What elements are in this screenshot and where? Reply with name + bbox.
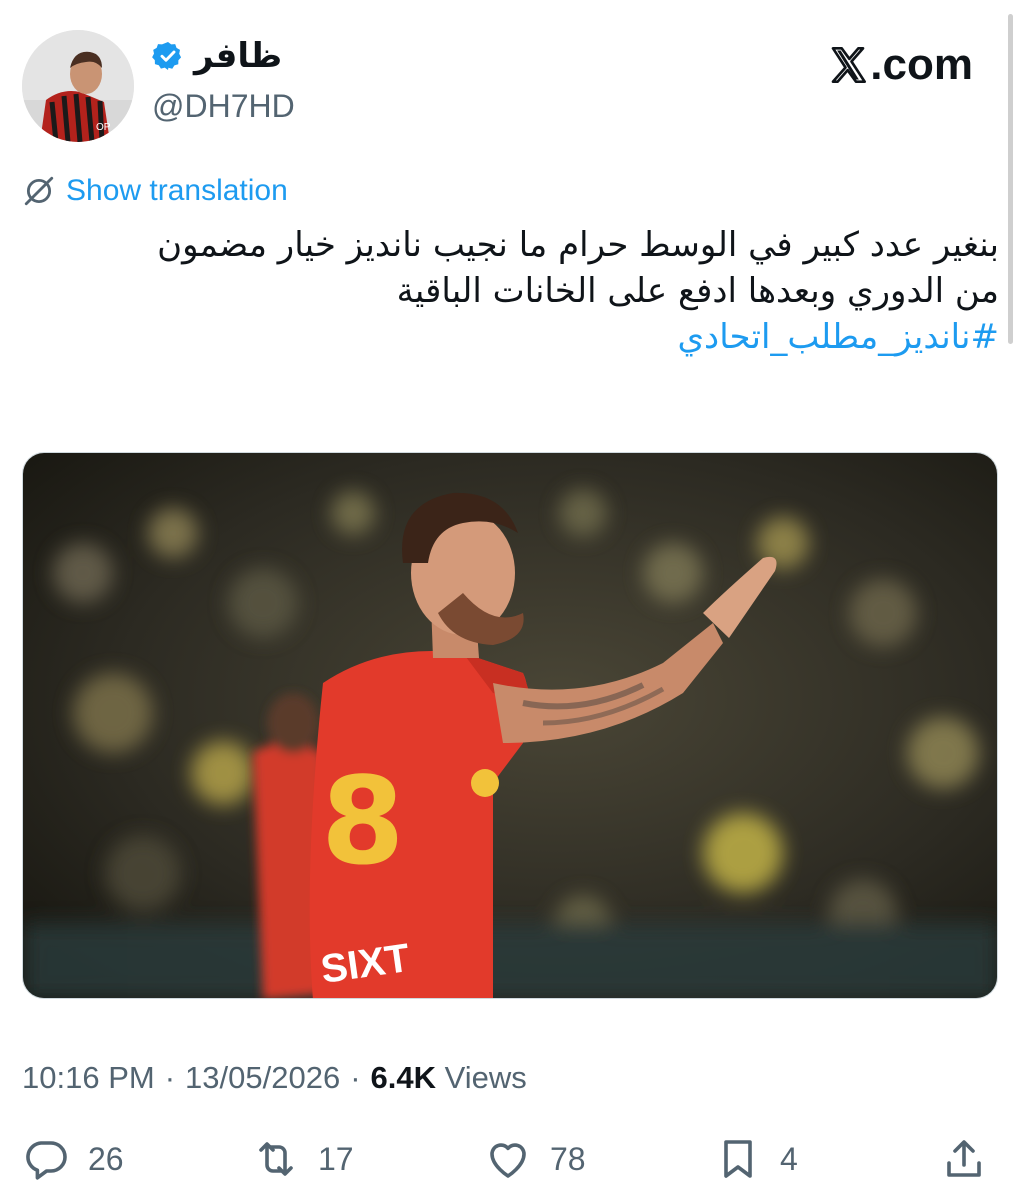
reply-count: 26 [88, 1140, 124, 1177]
tweet-time[interactable]: 10:16 PM [22, 1060, 155, 1096]
share-button[interactable] [940, 1135, 988, 1183]
bookmark-icon [724, 1140, 752, 1178]
x-logo-text: .com [870, 40, 973, 89]
retweet-count: 17 [318, 1140, 354, 1177]
retweet-button[interactable]: 17 [252, 1135, 354, 1183]
svg-text:OP: OP [96, 122, 111, 133]
avatar[interactable]: OP [22, 30, 134, 142]
translate-icon [24, 176, 54, 206]
verified-badge-icon [152, 42, 182, 70]
x-logo-icon [831, 47, 867, 83]
like-count: 78 [550, 1140, 586, 1177]
views-label: Views [444, 1060, 527, 1095]
retweet-icon [259, 1142, 293, 1176]
reply-button[interactable]: 26 [22, 1135, 124, 1183]
tweet-date[interactable]: 13/05/2026 [185, 1060, 340, 1096]
scrollbar[interactable] [1008, 14, 1013, 344]
avatar-image: OP [22, 30, 134, 142]
tweet-text: بنغير عدد كبير في الوسط حرام ما نجيب نان… [9, 222, 999, 360]
views-count: 6.4K [370, 1060, 436, 1095]
meta-separator: · [350, 1060, 361, 1095]
meta-separator: · [164, 1060, 176, 1095]
handle[interactable]: @DH7HD [152, 88, 295, 125]
bookmark-button[interactable]: 4 [714, 1135, 798, 1183]
jersey-number: 8 [321, 753, 405, 892]
share-icon [947, 1140, 981, 1177]
like-button[interactable]: 78 [484, 1135, 586, 1183]
tweet-photo[interactable]: 8 SIXT [22, 452, 998, 999]
tweet-line: من الدوري وبعدها ادفع على الخانات الباقي… [396, 271, 999, 311]
show-translation-label[interactable]: Show translation [66, 174, 288, 208]
tweet-meta: 10:16 PM · 13/05/2026 · 6.4K Views [22, 1060, 527, 1096]
show-translation-link[interactable]: Show translation [22, 174, 288, 208]
action-bar: 26 17 78 4 [22, 1135, 992, 1185]
display-name[interactable]: ظافر [194, 36, 282, 76]
tweet-line: بنغير عدد كبير في الوسط حرام ما نجيب نان… [157, 225, 999, 265]
bookmark-count: 4 [780, 1140, 798, 1177]
x-logo: .com [828, 40, 973, 90]
reply-icon [26, 1141, 67, 1180]
heart-icon [490, 1143, 526, 1178]
display-name-row: ظافر [152, 36, 282, 76]
hashtag-link[interactable]: #نانديز_مطلب_اتحادي [9, 314, 999, 360]
player-photo: 8 SIXT [23, 453, 997, 998]
